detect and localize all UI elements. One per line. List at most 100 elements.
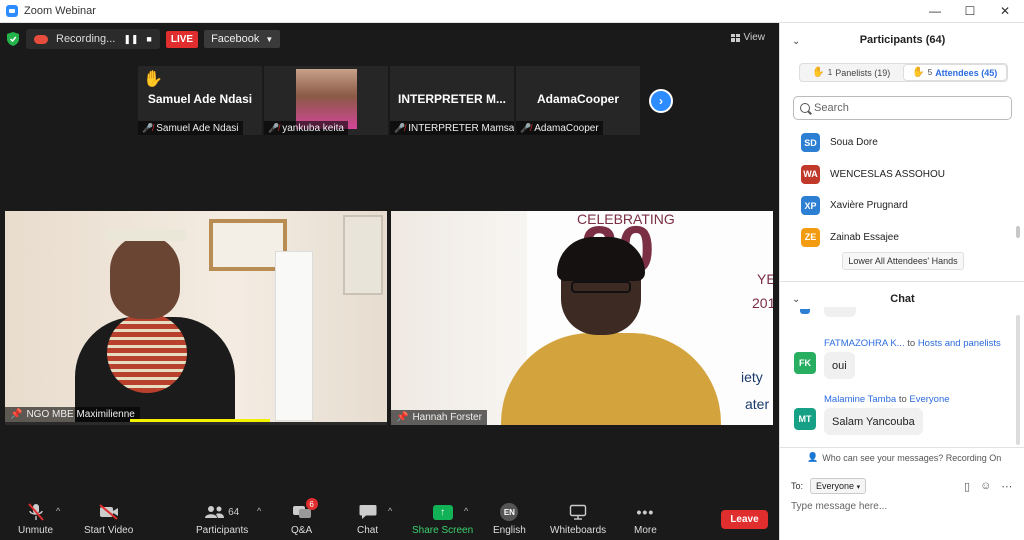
- tab-attendees-label: Attendees (45): [935, 67, 998, 78]
- lower-all-hands-button[interactable]: Lower All Attendees' Hands: [842, 252, 964, 270]
- chat-to-word: to: [907, 338, 916, 349]
- qa-badge: 6: [305, 498, 318, 510]
- audio-options-chevron-icon[interactable]: ^: [56, 506, 60, 516]
- qa-button[interactable]: 6 Q&A: [291, 498, 318, 536]
- avatar: SD: [801, 133, 820, 153]
- chat-recipient: Everyone: [909, 394, 950, 405]
- thumbnail-label: 🎤̸ INTERPRETER Mamsa...: [390, 121, 514, 135]
- chat-message-input[interactable]: [791, 501, 1011, 512]
- chat-sender[interactable]: Malamine Tamba: [824, 394, 896, 405]
- chat-label: Chat: [357, 525, 379, 536]
- pin-icon: 📌: [396, 412, 409, 423]
- language-code: EN: [500, 503, 519, 521]
- share-screen-icon: ↑: [432, 502, 453, 522]
- more-button[interactable]: ••• More: [634, 502, 657, 536]
- maximize-button[interactable]: ☐: [953, 0, 987, 22]
- chat-message-partial: [824, 307, 856, 317]
- participant-thumbnail[interactable]: 🎤̸ yankuba keita: [264, 66, 388, 135]
- thumbnail-label-text: INTERPRETER Mamsa...: [408, 122, 514, 134]
- chat-button[interactable]: Chat: [357, 502, 378, 536]
- qa-icon: 6: [292, 498, 318, 522]
- close-button[interactable]: ✕: [988, 0, 1022, 22]
- tab-panelists[interactable]: ✋ 1 Panelists (19): [800, 64, 903, 81]
- participants-options-chevron-icon[interactable]: ^: [257, 506, 261, 516]
- tab-panelists-label: Panelists (19): [835, 67, 891, 78]
- wall-paper: [275, 251, 313, 421]
- chat-visibility-notice[interactable]: 👤 Who can see your messages? Recording O…: [807, 452, 1001, 463]
- view-button[interactable]: View: [730, 32, 765, 43]
- minimize-button[interactable]: —: [918, 0, 952, 22]
- cloud-record-icon: [34, 34, 48, 44]
- side-panel: ⌄ Participants (64) ✋ 1 Panelists (19) ✋…: [779, 23, 1024, 540]
- chat-options-chevron-icon[interactable]: ^: [388, 506, 392, 516]
- participants-scrollbar[interactable]: [1016, 226, 1020, 238]
- tile-name-label: 📌 NGO MBE Maximilienne: [5, 407, 140, 422]
- list-item[interactable]: XP Xavière Prugnard: [780, 190, 1024, 222]
- participants-label: Participants: [196, 525, 249, 536]
- muted-mic-icon: 🎤̸: [394, 122, 406, 133]
- raised-hand-icon: ✋: [143, 71, 163, 88]
- chat-sender[interactable]: FATMAZOHRA K...: [824, 338, 905, 349]
- attendee-name: WENCESLAS ASSOHOU: [830, 168, 946, 180]
- muted-mic-icon: 🎤̸: [268, 122, 280, 133]
- panelists-hand-count: 1: [827, 68, 833, 77]
- participant-photo: [296, 69, 357, 129]
- participant-thumbnail[interactable]: ✋ Samuel Ade Ndasi 🎤̸ Samuel Ade Ndasi: [138, 66, 262, 135]
- recipient-value: Everyone: [816, 481, 855, 491]
- video-tile[interactable]: 📌 NGO MBE Maximilienne: [5, 211, 387, 425]
- participants-button[interactable]: 64 Participants: [196, 502, 248, 536]
- search-box[interactable]: [793, 96, 1012, 120]
- leave-button[interactable]: Leave: [721, 510, 768, 529]
- stop-recording-button[interactable]: ■: [146, 34, 151, 44]
- thumbnail-label-text: yankuba keita: [282, 122, 344, 134]
- recipient-dropdown[interactable]: Everyone ▾: [810, 478, 867, 494]
- list-item[interactable]: WA WENCESLAS ASSOHOU: [780, 159, 1024, 191]
- stream-target-dropdown[interactable]: Facebook ▼: [204, 30, 281, 48]
- chat-divider: [780, 447, 1024, 448]
- meeting-toolbar: Unmute ^ Start Video 64 Participants ^ 6…: [0, 495, 779, 540]
- muted-mic-icon: [27, 502, 44, 522]
- file-icon[interactable]: ▯: [964, 480, 970, 493]
- video-tile[interactable]: CELEBRATING YEARS 2019 iety ater 20 📌 Ha…: [391, 211, 773, 425]
- list-item[interactable]: SD Soua Dore: [780, 127, 1024, 159]
- chat-scrollbar[interactable]: [1016, 315, 1020, 445]
- thumbnail-display-name: INTERPRETER M...: [397, 92, 506, 106]
- whiteboards-button[interactable]: Whiteboards: [550, 502, 606, 536]
- more-dots-icon[interactable]: ⋯: [1001, 480, 1012, 493]
- unmute-button[interactable]: Unmute: [18, 502, 53, 536]
- avatar: ZE: [801, 227, 820, 247]
- active-speaker-bar: [130, 419, 270, 422]
- more-dots-icon: •••: [636, 504, 655, 520]
- attendee-name: Zainab Essajee: [830, 231, 899, 243]
- chat-notice-text: Who can see your messages? Recording On: [822, 452, 1002, 463]
- banner-text: YEARS: [757, 271, 773, 287]
- grid-view-icon: [730, 33, 740, 42]
- attendees-hand-count: 5: [927, 68, 933, 77]
- list-item[interactable]: ZE Zainab Essajee: [780, 222, 1024, 254]
- search-input[interactable]: [814, 102, 994, 114]
- chat-bubble-icon: [359, 502, 377, 522]
- tab-attendees[interactable]: ✋ 5 Attendees (45): [902, 64, 1007, 81]
- interpretation-button[interactable]: EN English: [493, 502, 526, 536]
- thumbnail-label-text: AdamaCooper: [534, 122, 599, 134]
- thumbnail-display-name: Samuel Ade Ndasi: [147, 92, 253, 106]
- participant-video: [75, 221, 235, 422]
- next-page-arrow-icon[interactable]: ›: [649, 89, 673, 113]
- participant-thumbnail[interactable]: INTERPRETER M... 🎤̸ INTERPRETER Mamsa...: [390, 66, 514, 135]
- search-icon: [800, 103, 810, 113]
- unmute-label: Unmute: [18, 525, 54, 536]
- zoom-logo-icon: [6, 5, 18, 17]
- whiteboard-icon: [569, 502, 587, 522]
- emoji-icon[interactable]: ☺: [980, 480, 991, 493]
- share-options-chevron-icon[interactable]: ^: [464, 506, 468, 516]
- video-off-icon: [99, 502, 119, 522]
- pause-recording-button[interactable]: ❚❚: [123, 34, 138, 45]
- live-badge: LIVE: [165, 30, 199, 48]
- start-video-button[interactable]: Start Video: [84, 502, 133, 536]
- muted-mic-icon: 🎤̸: [520, 122, 532, 133]
- avatar: FK: [794, 352, 816, 374]
- participant-thumbnail[interactable]: AdamaCooper 🎤̸ AdamaCooper: [516, 66, 640, 135]
- shield-icon[interactable]: [6, 31, 20, 47]
- attendee-name: Xavière Prugnard: [830, 200, 908, 212]
- banner-text: 2019: [752, 295, 773, 311]
